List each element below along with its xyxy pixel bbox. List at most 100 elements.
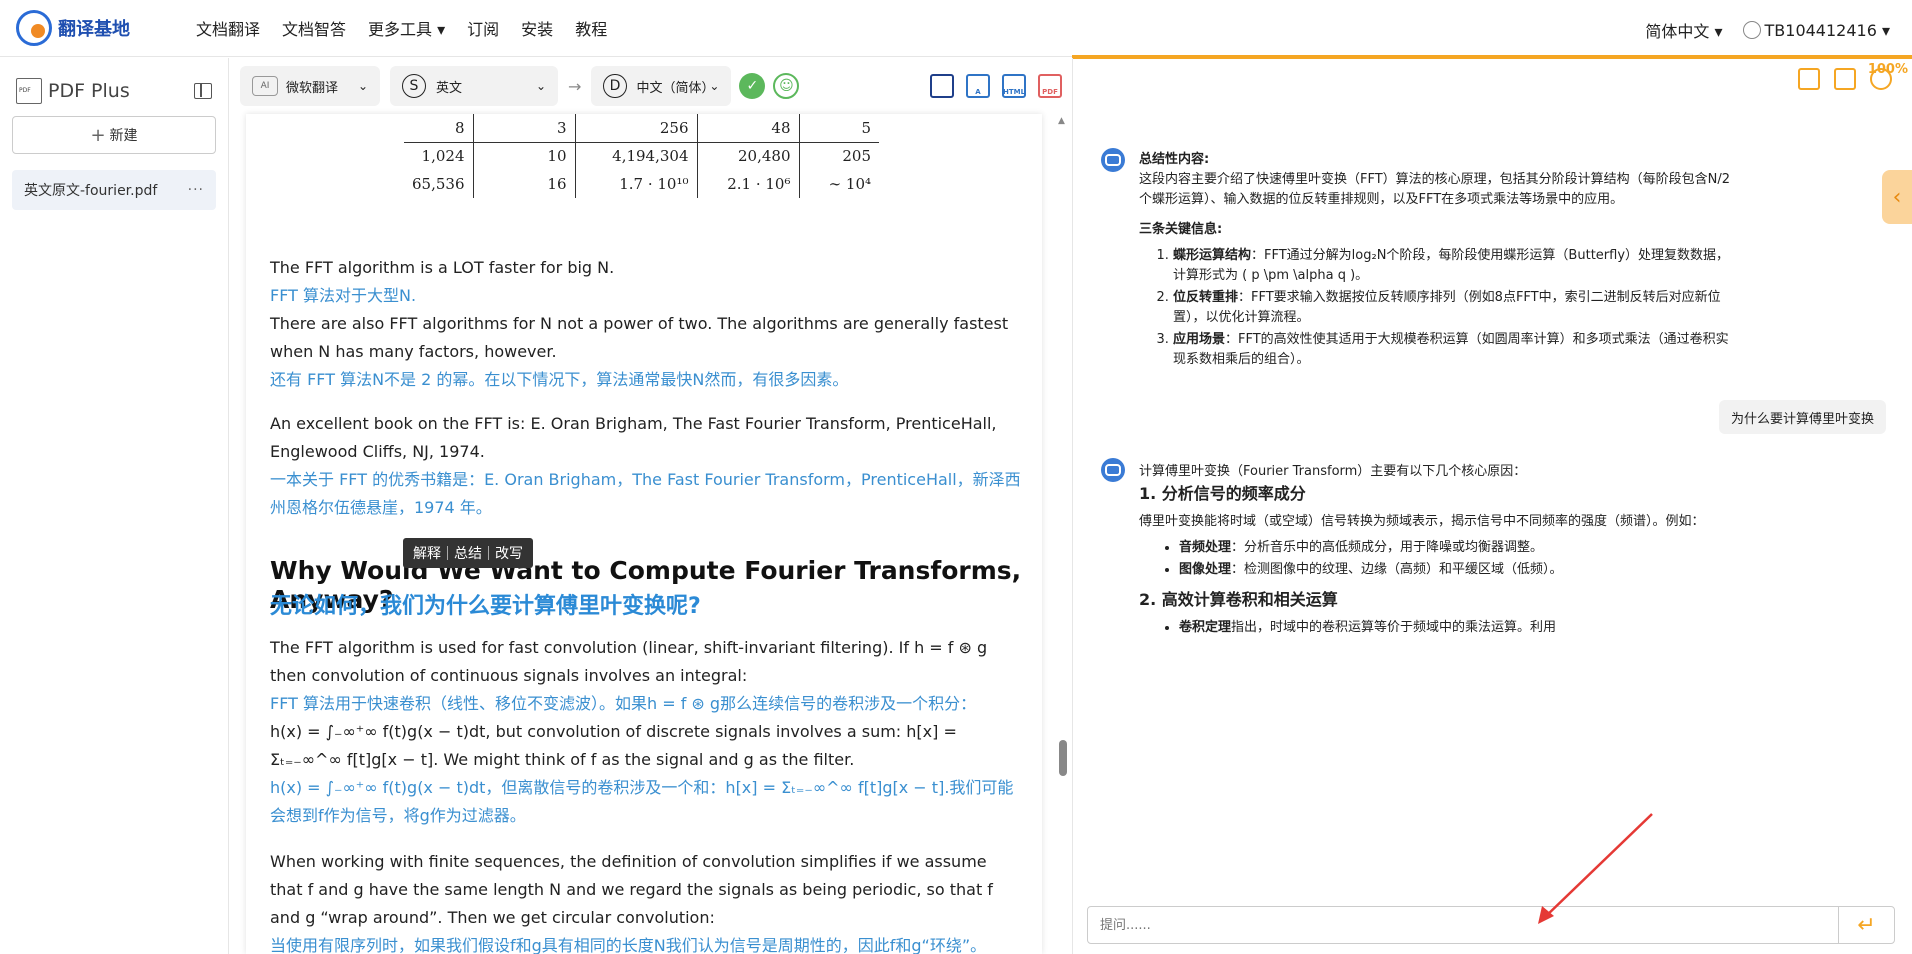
scrollbar-thumb[interactable] <box>1059 740 1067 776</box>
answer-list: 卷积定理指出，时域中的卷积运算等价于频域中的乘法运算。利用 <box>1179 618 1739 638</box>
paragraph-en: h(x) = ∫₋∞⁺∞ f(t)g(x − t)dt, but convolu… <box>270 722 957 769</box>
item-text: ：检测图像中的纹理、边缘（高频）和平缓区域（低频）。 <box>1231 562 1563 577</box>
document-viewer[interactable]: 8 3 256 48 5 1,024 10 4,194,304 20,480 2… <box>246 114 1042 954</box>
table-cell: 5 <box>798 114 879 142</box>
table-cell: 205 <box>798 141 879 170</box>
new-button-label: 新建 <box>109 128 138 144</box>
bot-message: 总结性内容: 这段内容主要介绍了快速傅里叶变换（FFT）算法的核心原理，包括其分… <box>1139 150 1739 372</box>
table-cell: 48 <box>696 114 799 142</box>
nav-install[interactable]: 安装 <box>521 16 553 40</box>
sidebar-toggle-icon[interactable] <box>194 83 212 99</box>
send-icon[interactable]: ↵ <box>1838 907 1894 943</box>
table-cell: 2.1 · 10⁶ <box>696 170 799 198</box>
table-cell: 20,480 <box>696 141 799 170</box>
more-icon[interactable]: ··· <box>188 182 204 198</box>
chevron-down-icon: ⌄ <box>709 79 720 93</box>
chevron-down-icon: ⌄ <box>535 79 546 93</box>
summary-title: 总结性内容: <box>1139 152 1210 167</box>
table-cell: 10 <box>472 141 575 170</box>
item-text: 指出，时域中的卷积运算等价于频域中的乘法运算。利用 <box>1231 620 1557 635</box>
item-text: ：FFT的高效性使其适用于大规模卷积运算（如圆周率计算）和多项式乘法（通过卷积实… <box>1173 332 1729 367</box>
check-icon[interactable]: ✓ <box>739 73 766 99</box>
item-key: 位反转重排 <box>1173 290 1239 305</box>
nav-doc-qa[interactable]: 文档智答 <box>282 16 346 40</box>
item-text: ：FFT通过分解为log₂N个阶段，每阶段使用蝶形运算（Butterfly）处理… <box>1173 248 1730 283</box>
list-item: 蝶形运算结构：FFT通过分解为log₂N个阶段，每阶段使用蝶形运算（Butter… <box>1173 246 1739 286</box>
html-export-icon[interactable]: HTML <box>1002 74 1026 98</box>
logo[interactable]: 翻译基地 <box>16 10 196 46</box>
user-icon <box>1742 20 1761 39</box>
paragraph-cn: h(x) = ∫₋∞⁺∞ f(t)g(x − t)dt，但离散信号的卷积涉及一个… <box>270 778 1014 825</box>
item-key: 图像处理 <box>1179 562 1232 577</box>
table-cell: 1,024 <box>404 141 473 170</box>
plus-icon: + <box>90 124 106 146</box>
table-cell: 3 <box>472 114 575 142</box>
table-cell: ∼ 10⁴ <box>798 170 879 198</box>
table-cell: 16 <box>472 170 575 198</box>
list-item: 应用场景：FFT的高效性使其适用于大规模卷积运算（如圆周率计算）和多项式乘法（通… <box>1173 330 1739 370</box>
chat-input-bar: ↵ <box>1087 906 1895 944</box>
collapse-tab-icon[interactable]: ‹ <box>1882 170 1912 224</box>
sidebar-title: PDF Plus <box>48 80 130 102</box>
summary-text: 这段内容主要介绍了快速傅里叶变换（FFT）算法的核心原理，包括其分阶段计算结构（… <box>1139 172 1731 207</box>
pdf-icon <box>16 78 42 104</box>
export-icon[interactable] <box>1834 68 1856 90</box>
item-key: 卷积定理 <box>1179 620 1232 635</box>
answer-heading-2: 2. 高效计算卷积和相关运算 <box>1139 590 1338 609</box>
percent-label: 100% <box>1867 62 1908 77</box>
nav-more-tools[interactable]: 更多工具 ▾ <box>368 16 445 40</box>
document-scrollbar[interactable]: ▲ <box>1058 114 1068 954</box>
menu-explain[interactable]: 解释 <box>407 543 447 563</box>
item-key: 音频处理 <box>1179 540 1232 555</box>
answer-intro: 计算傅里叶变换（Fourier Transform）主要有以下几个核心原因： <box>1139 464 1527 479</box>
nav-doc-translate[interactable]: 文档翻译 <box>196 16 260 40</box>
translate-doc-icon[interactable]: A <box>966 74 990 98</box>
target-lang-select[interactable]: D 中文（简体） ⌄ <box>591 66 732 106</box>
menu-rewrite[interactable]: 改写 <box>489 543 529 563</box>
ai-icon: AI <box>252 76 278 96</box>
paragraph-cn: 还有 FFT 算法N不是 2 的幂。在以下情况下，算法通常最快N然而，有很多因素… <box>270 370 849 389</box>
item-key: 应用场景 <box>1173 332 1226 347</box>
paragraph-en: The FFT algorithm is used for fast convo… <box>270 638 988 685</box>
list-item: 卷积定理指出，时域中的卷积运算等价于频域中的乘法运算。利用 <box>1179 618 1739 638</box>
main-nav: 文档翻译 文档智答 更多工具 ▾ 订阅 安装 教程 <box>196 16 629 40</box>
source-lang-label: 英文 <box>436 80 463 96</box>
item-text: ：分析音乐中的高低频成分，用于降噪或均衡器调整。 <box>1231 540 1544 555</box>
paragraph-cn: 当使用有限序列时，如果我们假设f和g具有相同的长度N我们认为信号是周期性的，因此… <box>270 936 987 954</box>
paragraph-cn: 一本关于 FFT 的优秀书籍是：E. Oran Brigham，The Fast… <box>270 470 1021 517</box>
table-row: 1,024 10 4,194,304 20,480 205 <box>404 141 879 170</box>
bot-avatar-icon <box>1101 148 1125 172</box>
paragraph-en: When working with finite sequences, the … <box>270 852 993 927</box>
users-icon[interactable]: ☺ <box>773 73 800 99</box>
user-menu[interactable]: TB104412416 ▾ <box>1742 20 1890 40</box>
logo-icon <box>16 10 52 46</box>
item-text: ：FFT要求输入数据按位反转顺序排列（例如8点FFT中，索引二进制反转后对应新位… <box>1173 290 1721 325</box>
section-heading-cn: 无论如何，我们为什么要计算傅里叶变换呢? <box>270 594 701 619</box>
source-lang-select[interactable]: S 英文 ⌄ <box>390 66 558 106</box>
answer-paragraph: 傅里叶变换能将时域（或空域）信号转换为频域表示，揭示信号中不同频率的强度（频谱）… <box>1139 514 1705 529</box>
scroll-up-icon[interactable]: ▲ <box>1058 116 1065 126</box>
question-input[interactable] <box>1088 907 1838 943</box>
item-key: 蝶形运算结构 <box>1173 248 1252 263</box>
save-icon[interactable] <box>930 74 954 98</box>
user-message: 为什么要计算傅里叶变换 <box>1718 400 1886 434</box>
menu-summarize[interactable]: 总结 <box>448 543 488 563</box>
table-cell: 1.7 · 10¹⁰ <box>574 170 697 198</box>
paragraph-en: There are also FFT algorithms for N not … <box>270 314 1009 361</box>
table-cell: 65,536 <box>412 175 465 193</box>
share-icon[interactable] <box>1798 68 1820 90</box>
engine-select[interactable]: AI 微软翻译 ⌄ <box>240 66 380 106</box>
nav-tutorial[interactable]: 教程 <box>575 16 607 40</box>
paragraph-en: The FFT algorithm is a LOT faster for bi… <box>270 258 615 277</box>
translation-toolbar: AI 微软翻译 ⌄ S 英文 ⌄ → D 中文（简体） ⌄ ✓ ☺ A HTML… <box>230 58 1072 114</box>
target-lang-label: 中文（简体） <box>636 80 710 96</box>
table-cell: 8 <box>454 118 465 137</box>
pdf-export-icon[interactable]: PDF <box>1038 74 1062 98</box>
nav-subscribe[interactable]: 订阅 <box>467 16 499 40</box>
file-item[interactable]: 英文原文-fourier.pdf ··· <box>12 170 216 210</box>
language-selector[interactable]: 简体中文 ▾ <box>1645 18 1722 42</box>
table-row: 65,536 16 1.7 · 10¹⁰ 2.1 · 10⁶ ∼ 10⁴ <box>404 170 879 198</box>
answer-list: 音频处理：分析音乐中的高低频成分，用于降噪或均衡器调整。 图像处理：检测图像中的… <box>1179 538 1739 580</box>
list-item: 图像处理：检测图像中的纹理、边缘（高频）和平缓区域（低频）。 <box>1179 560 1739 580</box>
new-button[interactable]: + 新建 <box>12 116 216 154</box>
